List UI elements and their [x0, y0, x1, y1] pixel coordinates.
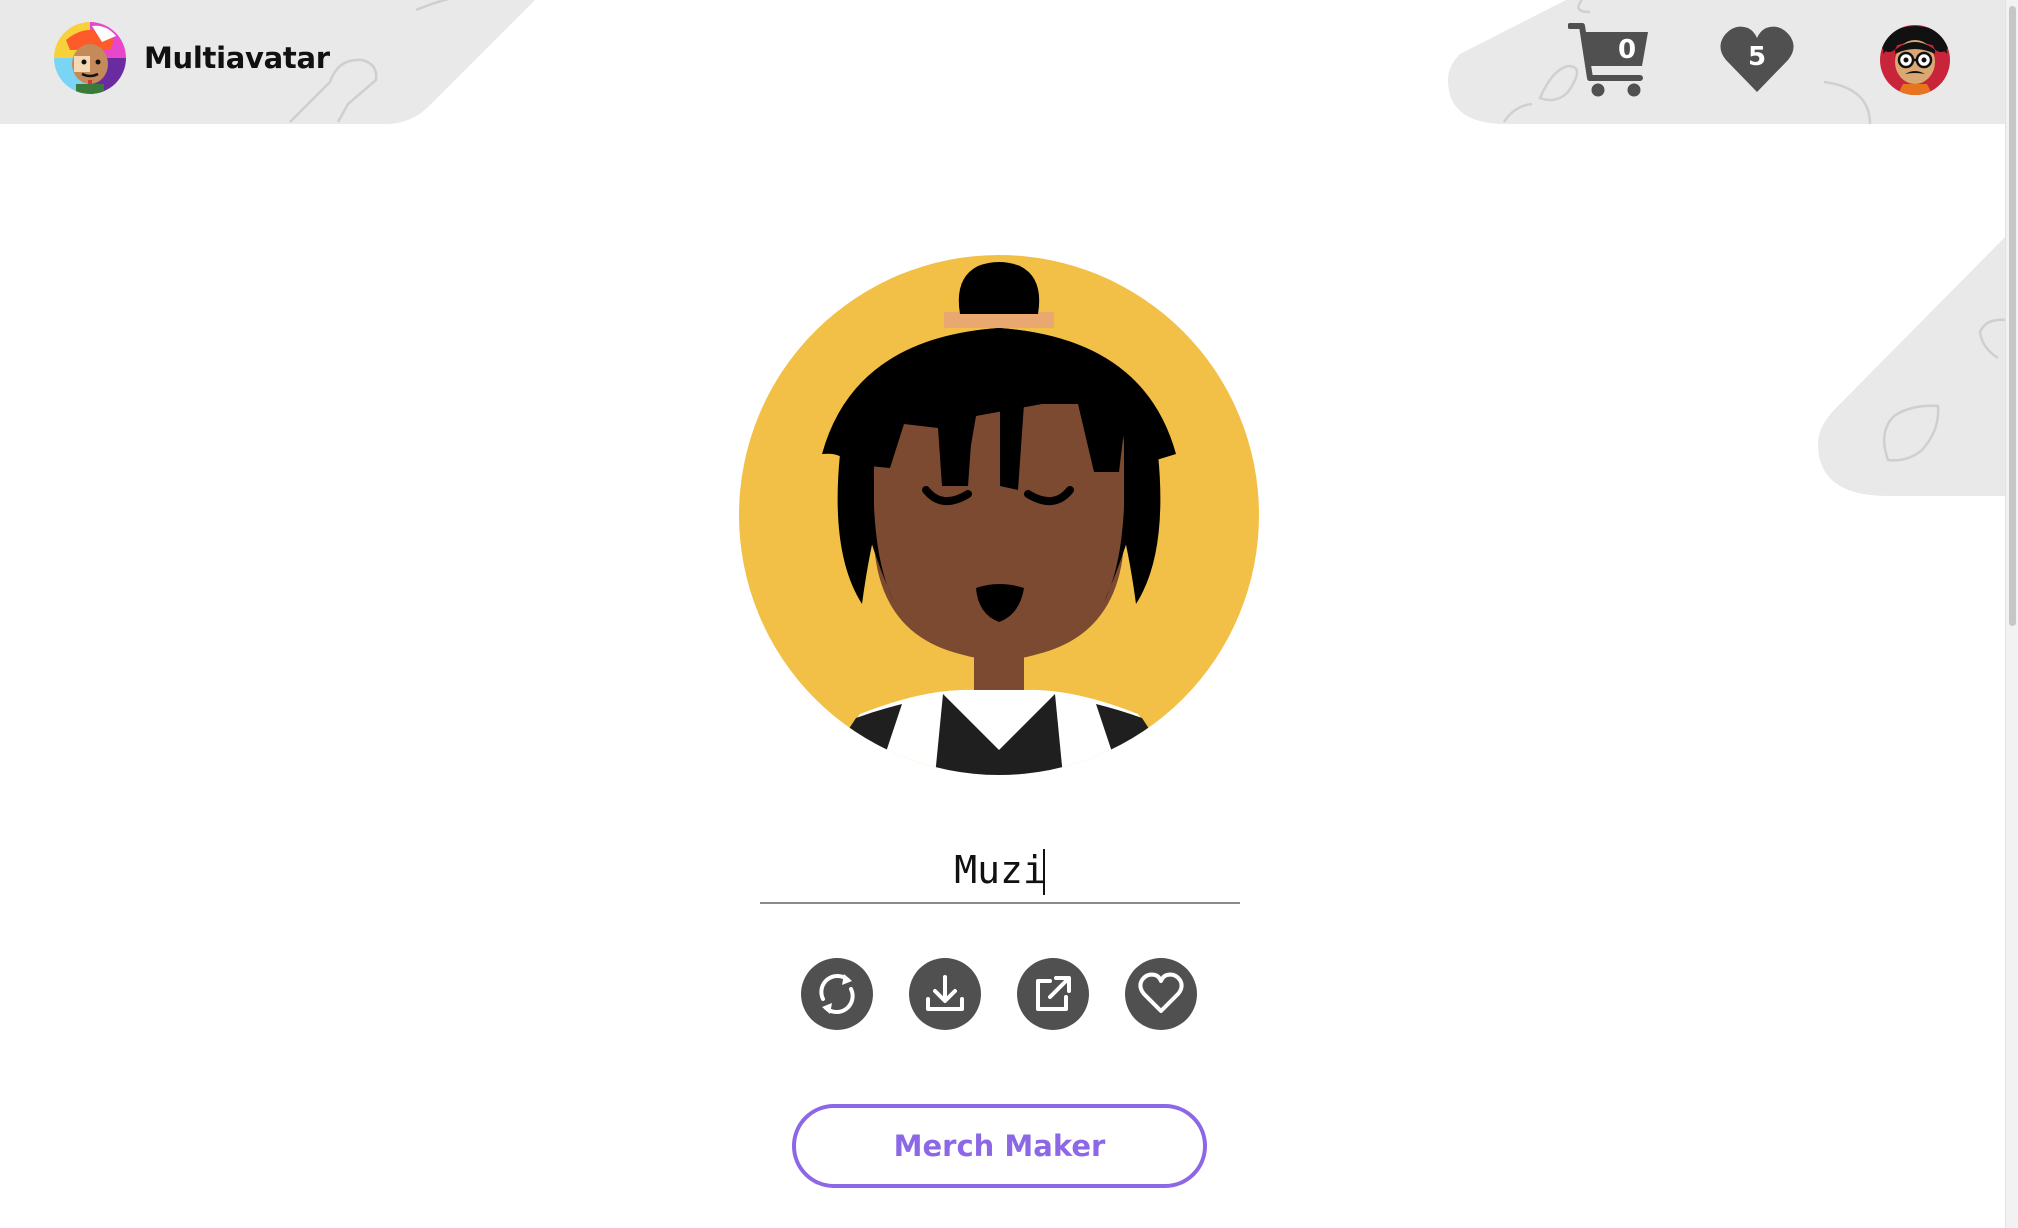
favorites-count: 5	[1747, 42, 1767, 72]
user-avatar[interactable]	[1879, 24, 1951, 96]
page-scrollbar[interactable]	[2005, 0, 2018, 1228]
logo-link[interactable]: Multiavatar	[52, 20, 330, 96]
merch-maker-label: Merch Maker	[893, 1129, 1106, 1163]
cart-count: 0	[1617, 35, 1637, 65]
right-side-shape	[1818, 236, 2006, 496]
text-caret	[1043, 849, 1045, 895]
avatar-actions	[801, 958, 1197, 1030]
user-avatar-icon	[1880, 25, 1950, 95]
download-icon	[926, 975, 964, 1011]
logo-title: Multiavatar	[144, 41, 330, 75]
refresh-icon	[819, 973, 855, 1015]
download-button[interactable]	[909, 958, 981, 1030]
share-icon	[1036, 976, 1071, 1011]
refresh-button[interactable]	[801, 958, 873, 1030]
avatar-name-input[interactable]	[760, 838, 1240, 904]
heart-outline-icon	[1138, 972, 1184, 1013]
share-button[interactable]	[1017, 958, 1089, 1030]
cart-button[interactable]: 0	[1567, 20, 1652, 100]
favorite-button[interactable]	[1125, 958, 1197, 1030]
favorites-button[interactable]: 5	[1718, 24, 1796, 96]
multiavatar-logo-icon	[54, 22, 126, 94]
merch-maker-button[interactable]: Merch Maker	[792, 1104, 1207, 1188]
generated-avatar	[739, 255, 1259, 775]
top-header: Multiavatar 0 5	[0, 0, 2006, 124]
scrollbar-thumb[interactable]	[2009, 6, 2016, 626]
